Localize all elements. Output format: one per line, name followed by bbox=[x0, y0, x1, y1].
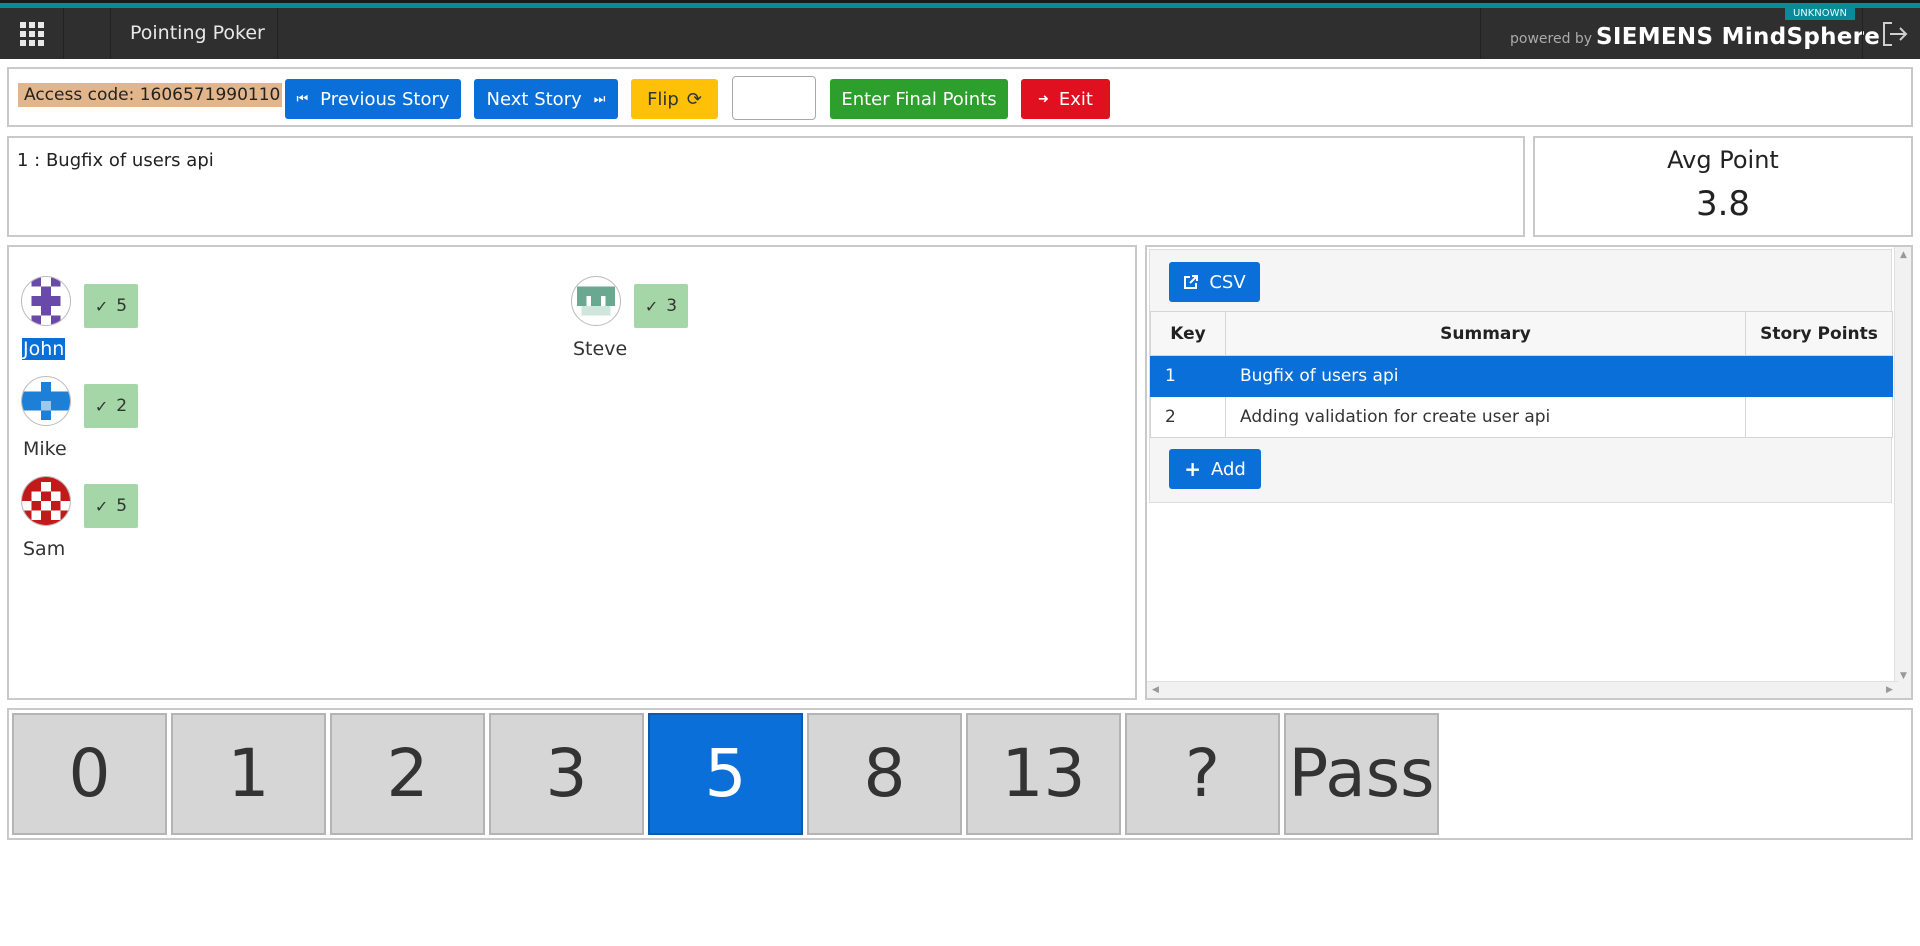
previous-story-label: Previous Story bbox=[320, 88, 450, 110]
horizontal-scrollbar[interactable]: ◀ ▶ bbox=[1147, 681, 1898, 698]
avatar bbox=[21, 476, 71, 526]
next-story-label: Next Story bbox=[486, 88, 582, 110]
export-csv-button[interactable]: CSV bbox=[1169, 262, 1260, 302]
avatar bbox=[21, 376, 71, 426]
story-points bbox=[1745, 396, 1893, 438]
access-code: Access code: 1606571990110 bbox=[18, 83, 283, 107]
average-point-label: Avg Point bbox=[1667, 146, 1779, 174]
final-points-input[interactable] bbox=[732, 76, 816, 120]
header-divider bbox=[110, 8, 111, 59]
player-card: ✓ 5 Sam bbox=[9, 447, 229, 560]
estimate-card[interactable]: ? bbox=[1125, 713, 1280, 835]
identicon-avatar bbox=[576, 286, 616, 316]
identicon-avatar bbox=[31, 277, 61, 325]
check-icon: ✓ bbox=[94, 496, 109, 516]
scroll-left-arrow-icon[interactable]: ◀ bbox=[1147, 682, 1164, 698]
csv-label: CSV bbox=[1209, 271, 1246, 293]
column-header-key[interactable]: Key bbox=[1150, 311, 1226, 356]
app-header: Pointing Poker powered by SIEMENS MindSp… bbox=[0, 8, 1920, 59]
vote-badge: ✓ 5 bbox=[84, 284, 138, 328]
current-story-panel: 1 : Bugfix of users api bbox=[7, 136, 1525, 237]
vote-value: 3 bbox=[666, 296, 678, 316]
check-icon: ✓ bbox=[94, 396, 109, 416]
table-row[interactable]: 2 Adding validation for create user api bbox=[1150, 396, 1893, 438]
avatar bbox=[21, 276, 71, 326]
identicon-avatar bbox=[22, 477, 70, 525]
logout-icon bbox=[1883, 22, 1908, 46]
story-points bbox=[1745, 355, 1893, 397]
step-forward-icon: ⏭ bbox=[593, 91, 606, 107]
check-icon: ✓ bbox=[94, 296, 109, 316]
add-story-button[interactable]: + Add bbox=[1169, 449, 1261, 489]
vote-badge: ✓ 5 bbox=[84, 484, 138, 528]
sign-out-icon: ➜ bbox=[1038, 91, 1049, 107]
grid-icon bbox=[19, 21, 44, 46]
exit-button[interactable]: ➜ Exit bbox=[1021, 79, 1110, 119]
table-row[interactable]: 1 Bugfix of users api bbox=[1150, 355, 1893, 397]
estimate-card[interactable]: 13 bbox=[966, 713, 1121, 835]
refresh-icon: ⟳ bbox=[686, 88, 702, 110]
player-card: ✓ 5 John bbox=[9, 247, 229, 360]
vote-value: 5 bbox=[116, 496, 128, 516]
estimate-card-selected[interactable]: 5 bbox=[648, 713, 803, 835]
vertical-scrollbar[interactable]: ▲ ▼ bbox=[1894, 247, 1911, 698]
session-toolbar: Access code: 1606571990110 ⏮ Previous St… bbox=[7, 67, 1913, 127]
vote-value: 2 bbox=[116, 396, 128, 416]
stories-card: CSV Key Summary Story Points 1 Bugfix of… bbox=[1149, 249, 1893, 503]
scroll-up-arrow-icon[interactable]: ▲ bbox=[1895, 247, 1911, 264]
brand-logo: SIEMENS MindSphere bbox=[1596, 24, 1881, 50]
estimate-card[interactable]: Pass bbox=[1284, 713, 1439, 835]
estimate-card[interactable]: 1 bbox=[171, 713, 326, 835]
player-name: Steve bbox=[573, 338, 628, 360]
player-card: ✓ 2 Mike bbox=[9, 347, 229, 460]
estimate-card[interactable]: 2 bbox=[330, 713, 485, 835]
story-key: 1 bbox=[1150, 355, 1226, 397]
header-divider bbox=[277, 8, 278, 59]
story-summary: Bugfix of users api bbox=[1225, 355, 1746, 397]
app-launcher-button[interactable] bbox=[0, 8, 64, 59]
logout-button[interactable] bbox=[1880, 20, 1910, 48]
next-story-button[interactable]: Next Story ⏭ bbox=[474, 79, 618, 119]
step-backward-icon: ⏮ bbox=[296, 91, 309, 107]
vote-badge: ✓ 3 bbox=[634, 284, 688, 328]
previous-story-button[interactable]: ⏮ Previous Story bbox=[285, 79, 461, 119]
enter-final-points-label: Enter Final Points bbox=[841, 88, 997, 110]
vote-badge: ✓ 2 bbox=[84, 384, 138, 428]
story-key: 2 bbox=[1150, 396, 1226, 438]
check-icon: ✓ bbox=[644, 296, 659, 316]
average-point-panel: Avg Point 3.8 bbox=[1533, 136, 1913, 237]
player-name: Sam bbox=[23, 538, 66, 560]
external-link-icon bbox=[1184, 275, 1199, 289]
scroll-right-arrow-icon[interactable]: ▶ bbox=[1881, 682, 1898, 698]
estimate-card[interactable]: 8 bbox=[807, 713, 962, 835]
stories-table: Key Summary Story Points 1 Bugfix of use… bbox=[1150, 311, 1893, 438]
header-divider bbox=[1862, 8, 1863, 59]
add-label: Add bbox=[1210, 458, 1246, 480]
identicon-avatar bbox=[22, 381, 70, 421]
story-summary: Adding validation for create user api bbox=[1225, 396, 1746, 438]
powered-by-label: powered by bbox=[1510, 31, 1593, 47]
table-header-row: Key Summary Story Points bbox=[1150, 311, 1893, 356]
column-header-summary[interactable]: Summary bbox=[1225, 311, 1746, 356]
environment-badge: UNKNOWN bbox=[1785, 8, 1855, 20]
players-panel: ✓ 5 John ✓ 3 Steve ✓ 2 Mike ✓ 5 Sam bbox=[7, 245, 1137, 700]
flip-button[interactable]: Flip ⟳ bbox=[631, 79, 718, 119]
estimate-card[interactable]: 0 bbox=[12, 713, 167, 835]
average-point-value: 3.8 bbox=[1695, 184, 1751, 224]
column-header-story-points[interactable]: Story Points bbox=[1745, 311, 1893, 356]
enter-final-points-button[interactable]: Enter Final Points bbox=[830, 79, 1008, 119]
avatar bbox=[571, 276, 621, 326]
current-story-title: 1 : Bugfix of users api bbox=[17, 150, 214, 171]
estimate-card[interactable]: 3 bbox=[489, 713, 644, 835]
plus-icon: + bbox=[1184, 457, 1201, 481]
vote-value: 5 bbox=[116, 296, 128, 316]
estimate-cards-panel: 0 1 2 3 5 8 13 ? Pass bbox=[7, 708, 1913, 840]
header-divider bbox=[1480, 8, 1481, 59]
stories-panel: CSV Key Summary Story Points 1 Bugfix of… bbox=[1145, 245, 1913, 700]
app-title: Pointing Poker bbox=[130, 22, 265, 44]
flip-label: Flip bbox=[647, 88, 679, 110]
exit-label: Exit bbox=[1058, 88, 1093, 110]
player-card: ✓ 3 Steve bbox=[559, 247, 779, 360]
